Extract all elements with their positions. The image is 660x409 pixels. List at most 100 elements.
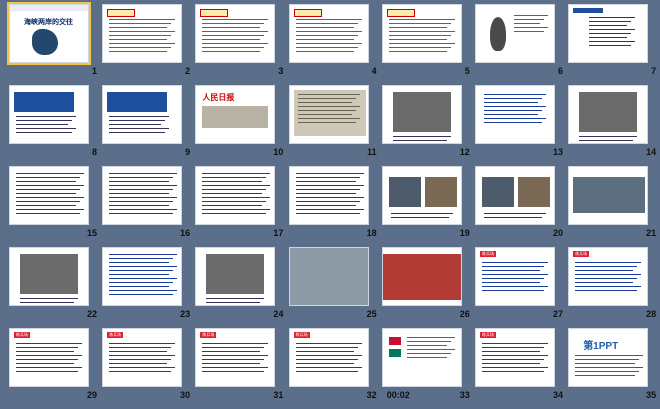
text-line [392, 140, 447, 141]
slide-thumbnail-1[interactable]: 海峡两岸的交往 1 [6, 2, 99, 84]
text-line [295, 39, 354, 40]
slide-thumbnail-13[interactable]: 13 [472, 84, 565, 165]
text-line [109, 201, 174, 202]
slide-thumbnail-14[interactable]: 14 [565, 84, 658, 165]
slide-number: 33 [459, 390, 470, 400]
slide-thumbnail-27[interactable]: 练兵场 27 [472, 246, 565, 327]
text-line [109, 128, 170, 129]
slide-thumbnail-10[interactable]: 人民日报 10 [192, 84, 285, 165]
text-line [575, 278, 638, 279]
slide-thumbnail-33[interactable]: 33 00:02 [379, 327, 472, 408]
slide-preview [288, 166, 369, 225]
slide-number: 31 [273, 390, 284, 400]
slide-thumbnail-11[interactable]: 11 [286, 84, 379, 165]
text-line [109, 47, 172, 48]
slide-number: 17 [273, 228, 284, 238]
slide-thumbnail-16[interactable]: 16 [99, 165, 192, 246]
slide-thumbnail-4[interactable]: 4 [286, 3, 379, 84]
slide-thumbnail-32[interactable]: 练兵场 32 [286, 327, 379, 408]
text-line [514, 19, 544, 20]
slide-preview [102, 85, 183, 144]
text-line [295, 31, 362, 32]
slide-sorter-grid: 海峡两岸的交往 1 2 3 4 5 6 7 8 9 人民日报 10 11 12 13 14 15 16 17 18 19… [6, 2, 658, 408]
slide-thumbnail-12[interactable]: 12 [379, 84, 472, 165]
slide-thumbnail-5[interactable]: 5 [379, 3, 472, 84]
slide-thumbnail-28[interactable]: 练兵场 28 [565, 246, 658, 327]
text-line [202, 367, 269, 368]
text-line [295, 51, 354, 52]
text-line [482, 359, 544, 360]
text-line [295, 23, 358, 24]
slide-preview: 练兵场 [568, 247, 649, 306]
slide-thumbnail-35[interactable]: 第1PPT 35 [565, 327, 658, 408]
text-line [575, 371, 640, 372]
slide-thumbnail-26[interactable]: 26 [379, 246, 472, 327]
text-line [295, 185, 364, 186]
slide-thumbnail-3[interactable]: 3 [192, 3, 285, 84]
text-line [297, 102, 352, 103]
text-line [575, 262, 642, 263]
slide-thumbnail-18[interactable]: 18 [286, 165, 379, 246]
slide-number: 14 [646, 147, 657, 157]
text-line [484, 217, 542, 218]
slide-thumbnail-2[interactable]: 2 [99, 3, 192, 84]
slide-thumbnail-22[interactable]: 22 [6, 246, 99, 327]
slide-preview: 练兵场 [102, 328, 183, 387]
text-line [482, 343, 548, 344]
slide-thumbnail-6[interactable]: 6 [472, 3, 565, 84]
slide-thumbnail-24[interactable]: 24 [192, 246, 285, 327]
slide-thumbnail-31[interactable]: 练兵场 31 [192, 327, 285, 408]
slide-thumbnail-21[interactable]: 21 [565, 165, 658, 246]
slide-thumbnail-29[interactable]: 练兵场 29 [6, 327, 99, 408]
slide-thumbnail-34[interactable]: 练兵场 34 [472, 327, 565, 408]
text-line [406, 357, 447, 358]
slide-thumbnail-9[interactable]: 9 [99, 84, 192, 165]
text-line [202, 177, 267, 178]
text-line [297, 98, 356, 99]
text-line [16, 363, 74, 364]
slide-thumbnail-7[interactable]: 7 [565, 3, 658, 84]
slide-thumbnail-19[interactable]: 19 [379, 165, 472, 246]
text-line [388, 31, 455, 32]
slide-thumbnail-23[interactable]: 23 [99, 246, 192, 327]
flag-icon [388, 337, 401, 345]
text-line [406, 341, 451, 342]
text-line [109, 274, 170, 275]
slide-thumbnail-17[interactable]: 17 [192, 165, 285, 246]
slide-preview [381, 166, 462, 225]
text-line [295, 47, 358, 48]
text-line [297, 122, 356, 123]
slide-thumbnail-30[interactable]: 练兵场 30 [99, 327, 192, 408]
text-line [202, 31, 269, 32]
slide-thumbnail-20[interactable]: 20 [472, 165, 565, 246]
slide-thumbnail-25[interactable]: 25 [286, 246, 379, 327]
flag-icon [388, 349, 401, 357]
photo-image [206, 254, 265, 294]
text-line [482, 282, 540, 283]
text-line [109, 351, 168, 352]
slide-thumbnail-15[interactable]: 15 [6, 165, 99, 246]
slide-number: 20 [552, 228, 563, 238]
text-line [388, 35, 451, 36]
text-line [388, 27, 447, 28]
slide-number: 11 [367, 147, 377, 157]
text-line [589, 37, 628, 38]
text-line [109, 116, 170, 117]
text-line [16, 367, 82, 368]
text-line [388, 19, 455, 20]
slide-preview: 练兵场 [475, 328, 555, 387]
text-line [484, 94, 546, 95]
text-line [295, 193, 356, 194]
slide-preview [288, 4, 369, 63]
text-line [109, 120, 166, 121]
text-line [575, 286, 642, 287]
text-line [202, 19, 269, 20]
photo-image [518, 177, 550, 207]
slide-thumbnail-8[interactable]: 8 [6, 84, 99, 165]
text-line [109, 205, 170, 206]
text-line [202, 39, 261, 40]
text-line [16, 193, 76, 194]
slide-preview: 练兵场 [475, 247, 555, 306]
text-line [109, 19, 176, 20]
text-line [575, 266, 638, 267]
